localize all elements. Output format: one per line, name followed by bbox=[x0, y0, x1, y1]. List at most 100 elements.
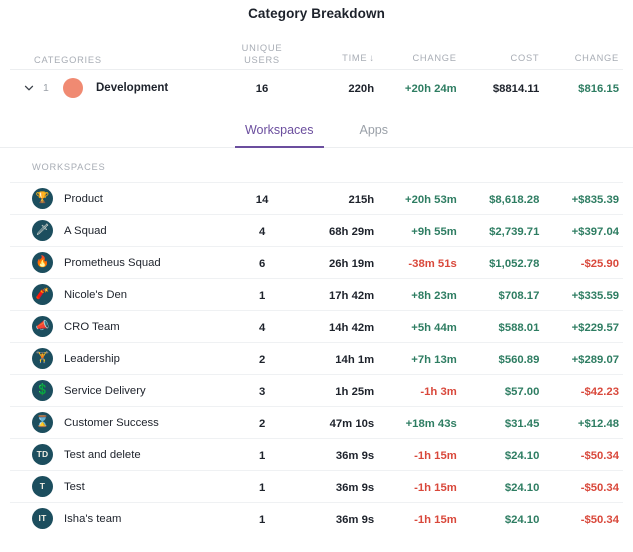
workspace-row[interactable]: IT Isha's team 1 36m 9s -1h 15m $24.10 -$50.34 bbox=[10, 502, 623, 534]
workspace-cost-change: -$50.34 bbox=[580, 481, 620, 494]
page-title: Category Breakdown bbox=[248, 6, 385, 21]
workspace-cost: $31.45 bbox=[504, 417, 540, 430]
workspace-cost: $1,052.78 bbox=[489, 257, 540, 270]
workspace-cost: $24.10 bbox=[504, 481, 540, 494]
tab-apps[interactable]: Apps bbox=[350, 113, 399, 148]
workspace-cost: $8,618.28 bbox=[489, 193, 540, 206]
firecracker-icon: 🧨 bbox=[32, 284, 53, 305]
workspace-name[interactable]: Prometheus Squad bbox=[64, 257, 161, 269]
workspace-unique-users: 1 bbox=[258, 449, 266, 462]
workspace-time: 68h 29m bbox=[328, 225, 375, 238]
workspace-time: 36m 9s bbox=[335, 481, 375, 494]
workspace-unique-users: 4 bbox=[258, 321, 266, 334]
header-unique-users-line1: UNIQUE bbox=[241, 43, 283, 53]
workspace-time: 47m 10s bbox=[329, 417, 375, 430]
workspace-time-change: -1h 15m bbox=[414, 449, 457, 462]
workspace-time: 17h 42m bbox=[328, 289, 375, 302]
category-color-dot bbox=[63, 77, 83, 98]
workspace-time: 26h 19m bbox=[328, 257, 375, 270]
category-row-development[interactable]: 1 Development 16 220h +20h 24m $8814.11 … bbox=[10, 69, 623, 105]
workspace-unique-users: 3 bbox=[258, 385, 266, 398]
tab-workspaces[interactable]: Workspaces bbox=[234, 113, 324, 148]
workspace-unique-users: 14 bbox=[255, 193, 269, 206]
workspaces-section: WORKSPACES 🏆 Product 14 215h +20h 53m $8,618.… bbox=[0, 148, 633, 534]
workspace-cost-change: +$397.04 bbox=[571, 225, 620, 238]
header-time-change[interactable]: CHANGE bbox=[412, 53, 456, 63]
category-time-change: +20h 24m bbox=[404, 82, 457, 95]
workspace-cost-change: +$835.39 bbox=[571, 193, 620, 206]
workspace-row[interactable]: ⌛ Customer Success 2 47m 10s +18m 43s $31.45 +… bbox=[10, 406, 623, 438]
header-time[interactable]: TIME bbox=[342, 53, 367, 63]
weightlifter-icon: 🏋 bbox=[32, 348, 53, 369]
workspace-time-change: +20h 53m bbox=[404, 193, 457, 206]
workspace-name[interactable]: Test and delete bbox=[64, 449, 141, 461]
workspace-cost-change: +$335.59 bbox=[571, 289, 620, 302]
tab-bar: Workspaces Apps bbox=[0, 113, 633, 148]
workspace-row[interactable]: 💲 Service Delivery 3 1h 25m -1h 3m $57.00 -$42… bbox=[10, 374, 623, 406]
initials-avatar: TD bbox=[32, 444, 53, 465]
workspace-row[interactable]: T Test 1 36m 9s -1h 15m $24.10 -$50.34 bbox=[10, 470, 623, 502]
workspace-time: 36m 9s bbox=[335, 449, 375, 462]
header-unique-users[interactable]: UNIQUE USERS bbox=[225, 42, 300, 66]
workspace-time: 36m 9s bbox=[335, 513, 375, 526]
workspace-unique-users: 2 bbox=[258, 353, 266, 366]
workspace-name[interactable]: Leadership bbox=[64, 353, 120, 365]
workspace-unique-users: 4 bbox=[258, 225, 266, 238]
workspace-cost-change: +$12.48 bbox=[577, 417, 620, 430]
workspace-name[interactable]: Product bbox=[64, 193, 103, 205]
workspace-row[interactable]: 🗡 A Squad 4 68h 29m +9h 55m $2,739.71 +$397.04 bbox=[10, 214, 623, 246]
category-rank: 1 bbox=[43, 81, 49, 94]
workspace-row[interactable]: 📣 CRO Team 4 14h 42m +5h 44m $588.01 +$229.57 bbox=[10, 310, 623, 342]
category-cost-change: $816.15 bbox=[578, 82, 619, 95]
workspace-unique-users: 6 bbox=[258, 257, 266, 270]
workspace-cost: $57.00 bbox=[504, 385, 540, 398]
workspace-cost: $708.17 bbox=[498, 289, 540, 302]
workspace-time-change: -1h 15m bbox=[414, 481, 457, 494]
workspace-cost: $24.10 bbox=[504, 513, 540, 526]
header-cost-change[interactable]: CHANGE bbox=[575, 53, 619, 63]
workspace-name[interactable]: Isha's team bbox=[64, 513, 121, 525]
workspace-row[interactable]: 🏆 Product 14 215h +20h 53m $8,618.28 +$835.39 bbox=[10, 182, 623, 214]
workspace-time: 14h 42m bbox=[328, 321, 375, 334]
workspace-unique-users: 2 bbox=[258, 417, 266, 430]
fire-icon: 🔥 bbox=[32, 252, 53, 273]
workspace-cost-change: -$42.23 bbox=[580, 385, 620, 398]
workspace-name[interactable]: CRO Team bbox=[64, 321, 120, 333]
workspace-cost-change: -$25.90 bbox=[580, 257, 620, 270]
category-name[interactable]: Development bbox=[96, 82, 168, 94]
table-header-row: CATEGORIES UNIQUE USERS TIME ↓ CHANGE COS… bbox=[10, 35, 623, 69]
dollar-sign-icon: 💲 bbox=[32, 380, 53, 401]
header-categories[interactable]: CATEGORIES bbox=[22, 54, 102, 66]
megaphone-icon: 📣 bbox=[32, 316, 53, 337]
workspace-unique-users: 1 bbox=[258, 513, 266, 526]
initials-avatar: T bbox=[32, 476, 53, 497]
workspace-row[interactable]: 🧨 Nicole's Den 1 17h 42m +8h 23m $708.17 +$335… bbox=[10, 278, 623, 310]
hourglass-icon: ⌛ bbox=[32, 412, 53, 433]
header-cost[interactable]: COST bbox=[511, 53, 540, 63]
trophy-icon: 🏆 bbox=[32, 188, 53, 209]
workspace-unique-users: 1 bbox=[258, 289, 266, 302]
workspace-row[interactable]: 🔥 Prometheus Squad 6 26h 19m -38m 51s $1,052.… bbox=[10, 246, 623, 278]
workspace-time-change: +9h 55m bbox=[411, 225, 457, 238]
header-unique-users-line2: USERS bbox=[244, 55, 280, 65]
workspace-time-change: +18m 43s bbox=[405, 417, 457, 430]
workspace-cost-change: -$50.34 bbox=[580, 513, 620, 526]
workspace-cost-change: -$50.34 bbox=[580, 449, 620, 462]
workspace-name[interactable]: Service Delivery bbox=[64, 385, 146, 397]
workspace-name[interactable]: Test bbox=[64, 481, 85, 493]
workspace-name[interactable]: A Squad bbox=[64, 225, 107, 237]
workspace-cost: $2,739.71 bbox=[489, 225, 540, 238]
workspace-time-change: -1h 3m bbox=[420, 385, 457, 398]
workspace-time-change: +7h 13m bbox=[411, 353, 457, 366]
chevron-down-icon[interactable] bbox=[22, 81, 36, 95]
workspace-row[interactable]: TD Test and delete 1 36m 9s -1h 15m $24.10 -$5… bbox=[10, 438, 623, 470]
workspace-row[interactable]: 🏋 Leadership 2 14h 1m +7h 13m $560.89 +$289.07 bbox=[10, 342, 623, 374]
workspace-time: 1h 25m bbox=[335, 385, 375, 398]
workspace-name[interactable]: Customer Success bbox=[64, 417, 159, 429]
workspace-cost: $588.01 bbox=[498, 321, 540, 334]
category-time: 220h bbox=[348, 82, 375, 95]
dagger-icon: 🗡 bbox=[32, 220, 53, 241]
workspaces-list: 🏆 Product 14 215h +20h 53m $8,618.28 +$835.39 🗡… bbox=[10, 182, 623, 534]
workspace-name[interactable]: Nicole's Den bbox=[64, 289, 127, 301]
category-unique-users: 16 bbox=[255, 82, 269, 95]
